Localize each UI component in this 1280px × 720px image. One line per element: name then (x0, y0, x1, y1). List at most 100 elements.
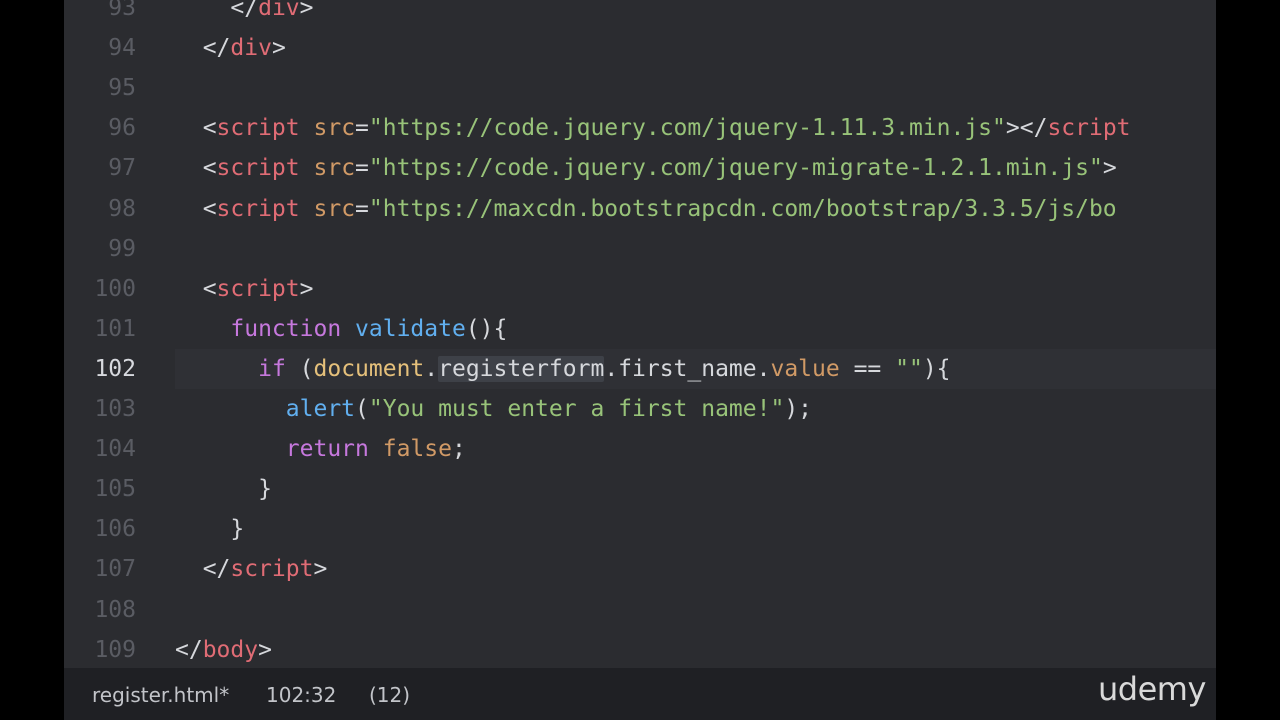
video-letterbox-right (1216, 0, 1280, 720)
code-line[interactable]: </div> (175, 28, 286, 68)
code-token: > (1102, 155, 1117, 181)
code-token: script (216, 115, 300, 141)
code-line[interactable]: <script src="https://code.jquery.com/jqu… (175, 108, 1131, 148)
code-line[interactable]: alert("You must enter a first name!"); (175, 389, 812, 429)
line-number: 101 (94, 316, 136, 342)
video-letterbox-left (0, 0, 64, 720)
code-token: </ (175, 637, 203, 663)
code-token: .first_name. (604, 356, 771, 382)
line-number: 103 (94, 396, 136, 422)
code-token: value (770, 356, 840, 382)
status-selection-count: (12) (369, 683, 411, 707)
code-area[interactable]: </div> </div> <script src="https://code.… (175, 0, 1216, 668)
code-line[interactable]: </script> (175, 549, 328, 589)
code-token: src (313, 115, 356, 141)
code-editor[interactable]: 93 94 95 96 97 98 99 100 101 102 103 104 105 106 107 10… (64, 0, 1216, 668)
code-token: > (299, 276, 314, 302)
status-cursor-position[interactable]: 102:32 (266, 683, 336, 707)
line-number: 95 (108, 75, 136, 101)
line-number: 107 (94, 556, 136, 582)
code-token: false (382, 436, 452, 462)
code-token: script (216, 196, 300, 222)
line-number: 93 (108, 0, 136, 21)
code-token: ){ (922, 356, 951, 382)
code-token: ; (451, 436, 466, 462)
code-line[interactable]: } (175, 469, 272, 509)
code-token: script (1047, 115, 1131, 141)
code-token: document (313, 356, 425, 382)
code-token: ); (784, 396, 813, 422)
code-token: < (175, 115, 217, 141)
code-token: div (230, 35, 272, 61)
code-token: "You must enter a first name!" (368, 396, 785, 422)
code-token: body (202, 637, 259, 663)
code-token: } (175, 516, 245, 542)
line-number-gutter: 93 94 95 96 97 98 99 100 101 102 103 104 105 106 107 10… (64, 0, 160, 668)
code-token: > (313, 556, 328, 582)
code-line[interactable]: </body> (175, 630, 272, 668)
code-token: ( (285, 356, 314, 382)
line-number: 98 (108, 196, 136, 222)
code-token: < (175, 196, 217, 222)
code-token: < (175, 155, 217, 181)
code-token: < (175, 276, 217, 302)
code-token: script (216, 155, 300, 181)
code-token: ( (355, 396, 369, 422)
code-token: src (313, 196, 356, 222)
line-number: 97 (108, 155, 136, 181)
code-token: "https://code.jquery.com/jquery-1.11.3.m… (368, 115, 1006, 141)
code-line[interactable]: if (document.registerform.first_name.val… (175, 349, 951, 389)
status-filename[interactable]: register.html* (92, 683, 229, 707)
line-number: 96 (108, 115, 136, 141)
code-token: return (285, 436, 369, 462)
code-token: . (424, 356, 439, 382)
selected-text: registerform (438, 356, 605, 382)
line-number: 105 (94, 476, 136, 502)
code-token: > (271, 35, 286, 61)
code-line[interactable]: function validate(){ (175, 309, 507, 349)
line-number: 94 (108, 35, 136, 61)
code-line[interactable]: return false; (175, 429, 466, 469)
code-token: = (355, 196, 369, 222)
line-number: 108 (94, 597, 136, 623)
code-token: == (839, 356, 896, 382)
code-token: if (258, 356, 286, 382)
udemy-logo: udemy (1098, 670, 1206, 708)
code-line[interactable]: <script> (175, 269, 314, 309)
code-token: "https://maxcdn.bootstrapcdn.com/bootstr… (368, 196, 1117, 222)
line-number: 102 (94, 356, 136, 382)
code-token: "" (895, 356, 923, 382)
code-token: function (230, 316, 342, 342)
code-token: (){ (465, 316, 508, 342)
code-token: </ (175, 556, 231, 582)
line-number: 100 (94, 276, 136, 302)
code-token: > (299, 0, 314, 21)
code-line[interactable]: </div> (175, 0, 314, 28)
code-line[interactable]: <script src="https://code.jquery.com/jqu… (175, 148, 1117, 188)
line-number: 104 (94, 436, 136, 462)
code-token: = (355, 115, 369, 141)
code-token: src (313, 155, 356, 181)
code-token: alert (285, 396, 356, 422)
code-token: </ (175, 35, 231, 61)
line-number: 106 (94, 516, 136, 542)
code-token: > (258, 637, 272, 663)
code-line[interactable]: <script src="https://maxcdn.bootstrapcdn… (175, 189, 1117, 229)
code-token: } (175, 476, 272, 502)
code-token: </ (175, 0, 259, 21)
code-token: validate (355, 316, 466, 342)
code-token: = (355, 155, 369, 181)
status-bar: register.html* 102:32 (12) (64, 668, 1216, 720)
code-token: script (216, 276, 300, 302)
code-token: div (258, 0, 300, 21)
code-line[interactable]: } (175, 509, 244, 549)
